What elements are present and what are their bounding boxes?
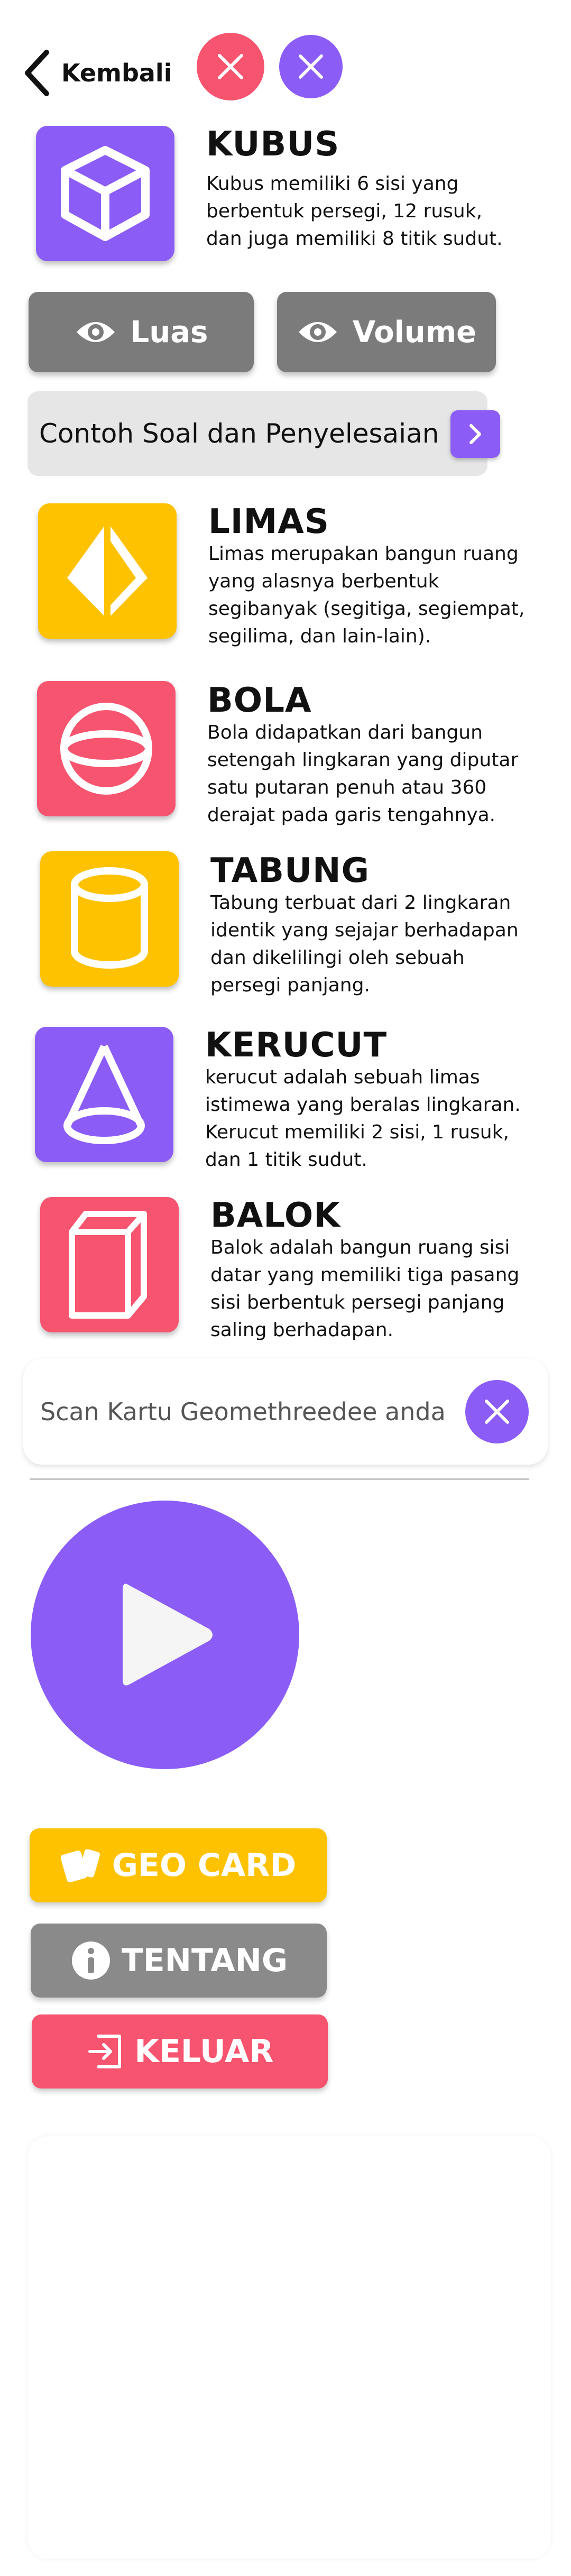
kubus-title: KUBUS [206, 125, 340, 164]
tabung-title: TABUNG [210, 851, 370, 890]
close-icon [483, 1398, 511, 1425]
bola-title: BOLA [207, 681, 312, 720]
sphere-icon [53, 696, 159, 802]
kerucut-description: kerucut adalah sebuah limas istimewa yan… [205, 1066, 521, 1171]
volume-label: Volume [352, 315, 477, 349]
contoh-soal-next-button[interactable] [450, 410, 500, 458]
geo-card-label: GEO CARD [112, 1847, 297, 1884]
kerucut-tile[interactable] [35, 1027, 173, 1162]
info-icon [70, 1939, 112, 1982]
close-button[interactable] [197, 33, 264, 100]
bola-description: Bola didapatkan dari bangun setengah lin… [207, 722, 519, 826]
close-icon [297, 53, 325, 80]
kubus-tile [36, 126, 174, 261]
balok-description: Balok adalah bangun ruang sisi datar yan… [210, 1237, 520, 1341]
limas-description: Limas merupakan bangun ruang yang alasny… [208, 543, 525, 647]
balok-tile[interactable] [40, 1197, 179, 1332]
eye-icon [75, 316, 117, 348]
play-icon [112, 1574, 218, 1696]
volume-button[interactable]: Volume [277, 292, 496, 372]
kerucut-title: KERUCUT [205, 1026, 388, 1065]
scan-text: Scan Kartu Geomethreedee anda [40, 1397, 446, 1426]
scan-close-button[interactable] [465, 1380, 529, 1443]
contoh-soal-label: Contoh Soal dan Penyelesaian [39, 418, 439, 449]
cone-icon [51, 1039, 157, 1150]
close-purple-button[interactable] [279, 35, 343, 98]
play-button[interactable] [31, 1501, 299, 1769]
tabung-tile[interactable] [40, 851, 179, 987]
keluar-button[interactable]: KELUAR [32, 2014, 328, 2089]
keluar-label: KELUAR [134, 2033, 274, 2070]
cylinder-icon [57, 863, 162, 974]
chevron-right-icon [467, 422, 484, 446]
luas-label: Luas [130, 315, 208, 349]
bola-tile[interactable] [37, 681, 176, 816]
tentang-button[interactable]: TENTANG [31, 1924, 327, 1998]
divider [30, 1478, 529, 1480]
pyramid-icon [54, 516, 160, 627]
logout-icon [86, 2032, 125, 2071]
chevron-left-icon [23, 49, 51, 97]
geo-card-button[interactable]: GEO CARD [30, 1828, 327, 1902]
tabung-description: Tabung terbuat dari 2 lingkaran identik … [210, 892, 519, 996]
limas-tile[interactable] [38, 503, 177, 639]
eye-icon [297, 316, 339, 348]
balok-title: BALOK [210, 1196, 340, 1235]
kubus-description: Kubus memiliki 6 sisi yang berbentuk per… [206, 173, 503, 250]
tentang-label: TENTANG [121, 1942, 288, 1979]
close-icon [216, 52, 245, 81]
cards-icon [60, 1846, 103, 1885]
cube-icon [52, 141, 158, 246]
back-button[interactable]: Kembali [23, 47, 172, 99]
back-label: Kembali [61, 59, 172, 87]
luas-button[interactable]: Luas [29, 292, 254, 372]
cuboid-icon [65, 1207, 154, 1323]
contoh-soal-bar[interactable]: Contoh Soal dan Penyelesaian [27, 391, 487, 476]
limas-title: LIMAS [208, 502, 329, 541]
bottom-card [27, 2136, 551, 2559]
